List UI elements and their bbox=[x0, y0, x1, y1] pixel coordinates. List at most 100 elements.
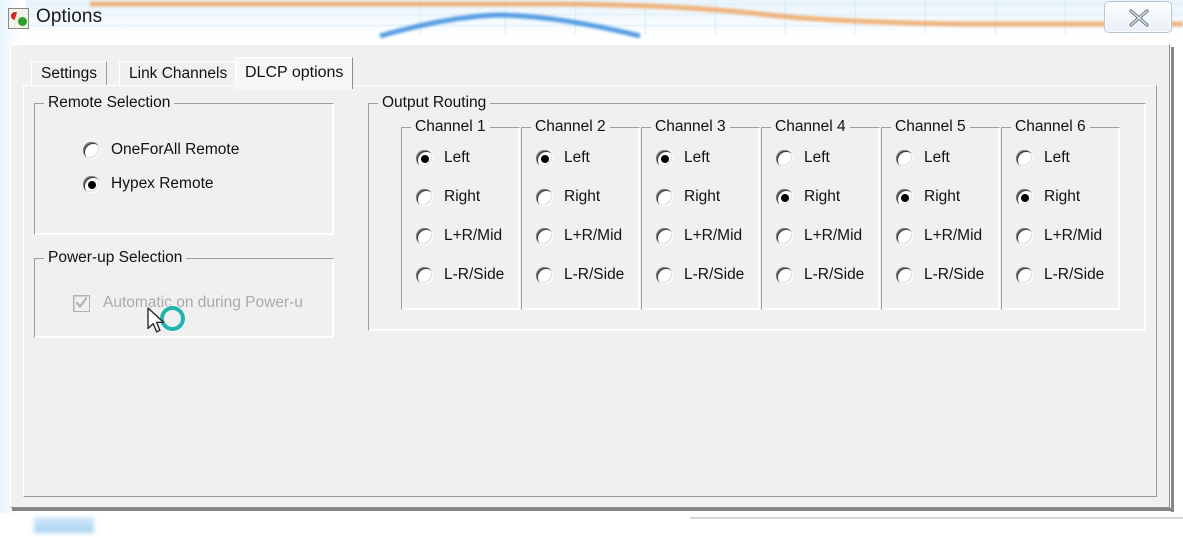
group-channel-5-title: Channel 5 bbox=[891, 118, 970, 136]
group-channel-5: Channel 5 Left Right L+R/Mid L-R/Side bbox=[881, 118, 1000, 310]
radio-indicator bbox=[83, 175, 100, 193]
radio-ch3-lr-mid[interactable]: L+R/Mid bbox=[656, 227, 742, 245]
radio-ch1-lr-mid[interactable]: L+R/Mid bbox=[416, 227, 502, 245]
radio-label: Right bbox=[804, 188, 841, 205]
window-title: Options bbox=[36, 6, 103, 27]
radio-indicator bbox=[416, 149, 433, 167]
radio-oneforall-remote[interactable]: OneForAll Remote bbox=[83, 141, 239, 159]
app-icon-green-dot bbox=[18, 17, 27, 26]
radio-ch5-left[interactable]: Left bbox=[896, 149, 950, 167]
radio-label: Left bbox=[1044, 149, 1070, 166]
radio-label: L-R/Side bbox=[444, 266, 505, 283]
dialog-client-area: Settings Link Channels DLCP options Remo… bbox=[10, 44, 1172, 511]
tab-strip: Settings Link Channels DLCP options bbox=[23, 57, 1157, 89]
group-channel-4-title: Channel 4 bbox=[771, 118, 850, 136]
radio-indicator bbox=[776, 266, 793, 284]
app-icon bbox=[8, 8, 29, 29]
group-channel-6: Channel 6 Left Right L+R/Mid L-R/Side bbox=[1001, 118, 1120, 310]
tab-link-channels[interactable]: Link Channels bbox=[119, 61, 238, 85]
radio-label: Right bbox=[564, 188, 601, 205]
group-remote-selection: Remote Selection OneForAll Remote Hypex … bbox=[34, 94, 334, 235]
mouse-cursor bbox=[147, 307, 165, 333]
radio-label: Left bbox=[924, 149, 950, 166]
radio-label: L+R/Mid bbox=[924, 227, 983, 244]
radio-ch4-right[interactable]: Right bbox=[776, 188, 840, 206]
group-output-routing: Output Routing Channel 1 Left Right L+R/… bbox=[368, 94, 1146, 331]
radio-label: Right bbox=[1044, 188, 1081, 205]
tab-settings[interactable]: Settings bbox=[31, 61, 108, 85]
group-channel-1-title: Channel 1 bbox=[411, 118, 490, 136]
radio-label: L-R/Side bbox=[804, 266, 865, 283]
radio-indicator bbox=[776, 188, 793, 206]
checkbox-automatic-on-during-powerup: Automatic on during Power-u bbox=[73, 294, 303, 312]
radio-ch5-lr-side[interactable]: L-R/Side bbox=[896, 266, 984, 284]
radio-ch6-lr-mid[interactable]: L+R/Mid bbox=[1016, 227, 1102, 245]
group-channel-6-title: Channel 6 bbox=[1011, 118, 1090, 136]
options-dialog-window: Options Settings Link Channels DLCP opti… bbox=[0, 0, 1183, 516]
radio-label: L-R/Side bbox=[564, 266, 625, 283]
radio-indicator bbox=[536, 149, 553, 167]
radio-label: L-R/Side bbox=[1044, 266, 1105, 283]
radio-indicator bbox=[656, 227, 673, 245]
group-channel-2: Channel 2 Left Right L+R/Mid L-R/Side bbox=[521, 118, 640, 310]
radio-ch2-left[interactable]: Left bbox=[536, 149, 590, 167]
radio-hypex-remote[interactable]: Hypex Remote bbox=[83, 175, 214, 193]
radio-label: L+R/Mid bbox=[564, 227, 623, 244]
radio-ch4-lr-mid[interactable]: L+R/Mid bbox=[776, 227, 862, 245]
backdrop-edge-line bbox=[690, 517, 1183, 519]
radio-indicator bbox=[83, 141, 100, 159]
radio-ch1-lr-side[interactable]: L-R/Side bbox=[416, 266, 504, 284]
radio-ch1-right[interactable]: Right bbox=[416, 188, 480, 206]
radio-ch3-left[interactable]: Left bbox=[656, 149, 710, 167]
dialog-drop-shadow bbox=[1171, 47, 1174, 512]
radio-indicator bbox=[536, 266, 553, 284]
close-icon bbox=[1129, 9, 1149, 27]
radio-label: L+R/Mid bbox=[1044, 227, 1103, 244]
radio-ch5-right[interactable]: Right bbox=[896, 188, 960, 206]
radio-ch6-right[interactable]: Right bbox=[1016, 188, 1080, 206]
radio-indicator bbox=[1016, 149, 1033, 167]
radio-label: Left bbox=[804, 149, 830, 166]
radio-indicator bbox=[896, 188, 913, 206]
radio-ch2-lr-side[interactable]: L-R/Side bbox=[536, 266, 624, 284]
backdrop-taskbar-chip bbox=[34, 517, 94, 533]
radio-ch2-right[interactable]: Right bbox=[536, 188, 600, 206]
radio-indicator bbox=[656, 149, 673, 167]
radio-indicator bbox=[1016, 188, 1033, 206]
radio-ch1-left[interactable]: Left bbox=[416, 149, 470, 167]
radio-indicator bbox=[1016, 266, 1033, 284]
radio-ch5-lr-mid[interactable]: L+R/Mid bbox=[896, 227, 982, 245]
tab-dlcp-options[interactable]: DLCP options bbox=[235, 57, 354, 89]
radio-label: Left bbox=[684, 149, 710, 166]
radio-label: Right bbox=[924, 188, 961, 205]
group-channel-3-title: Channel 3 bbox=[651, 118, 730, 136]
checkbox-label: Automatic on during Power-u bbox=[103, 294, 303, 311]
group-power-up-selection-title: Power-up Selection bbox=[44, 249, 187, 267]
title-bar: Options bbox=[0, 0, 1183, 40]
radio-label: Left bbox=[564, 149, 590, 166]
radio-label: L+R/Mid bbox=[804, 227, 863, 244]
radio-indicator bbox=[416, 227, 433, 245]
radio-ch4-left[interactable]: Left bbox=[776, 149, 830, 167]
radio-indicator bbox=[536, 227, 553, 245]
radio-indicator bbox=[656, 266, 673, 284]
group-channel-3: Channel 3 Left Right L+R/Mid L-R/Side bbox=[641, 118, 760, 310]
tab-page-dlcp-options: Remote Selection OneForAll Remote Hypex … bbox=[23, 85, 1157, 497]
radio-ch2-lr-mid[interactable]: L+R/Mid bbox=[536, 227, 622, 245]
radio-indicator bbox=[1016, 227, 1033, 245]
radio-label: OneForAll Remote bbox=[111, 141, 240, 158]
close-button[interactable] bbox=[1104, 1, 1172, 33]
radio-indicator bbox=[896, 149, 913, 167]
radio-ch6-lr-side[interactable]: L-R/Side bbox=[1016, 266, 1104, 284]
radio-ch3-lr-side[interactable]: L-R/Side bbox=[656, 266, 744, 284]
group-channel-4: Channel 4 Left Right L+R/Mid L-R/Side bbox=[761, 118, 880, 310]
radio-ch6-left[interactable]: Left bbox=[1016, 149, 1070, 167]
radio-label: Left bbox=[444, 149, 470, 166]
group-power-up-selection: Power-up Selection Automatic on during P… bbox=[34, 249, 334, 338]
radio-indicator bbox=[776, 149, 793, 167]
radio-label: Right bbox=[684, 188, 721, 205]
radio-ch3-right[interactable]: Right bbox=[656, 188, 720, 206]
radio-label: L+R/Mid bbox=[444, 227, 503, 244]
group-channel-1: Channel 1 Left Right L+R/Mid L-R/Side bbox=[401, 118, 520, 310]
radio-ch4-lr-side[interactable]: L-R/Side bbox=[776, 266, 864, 284]
